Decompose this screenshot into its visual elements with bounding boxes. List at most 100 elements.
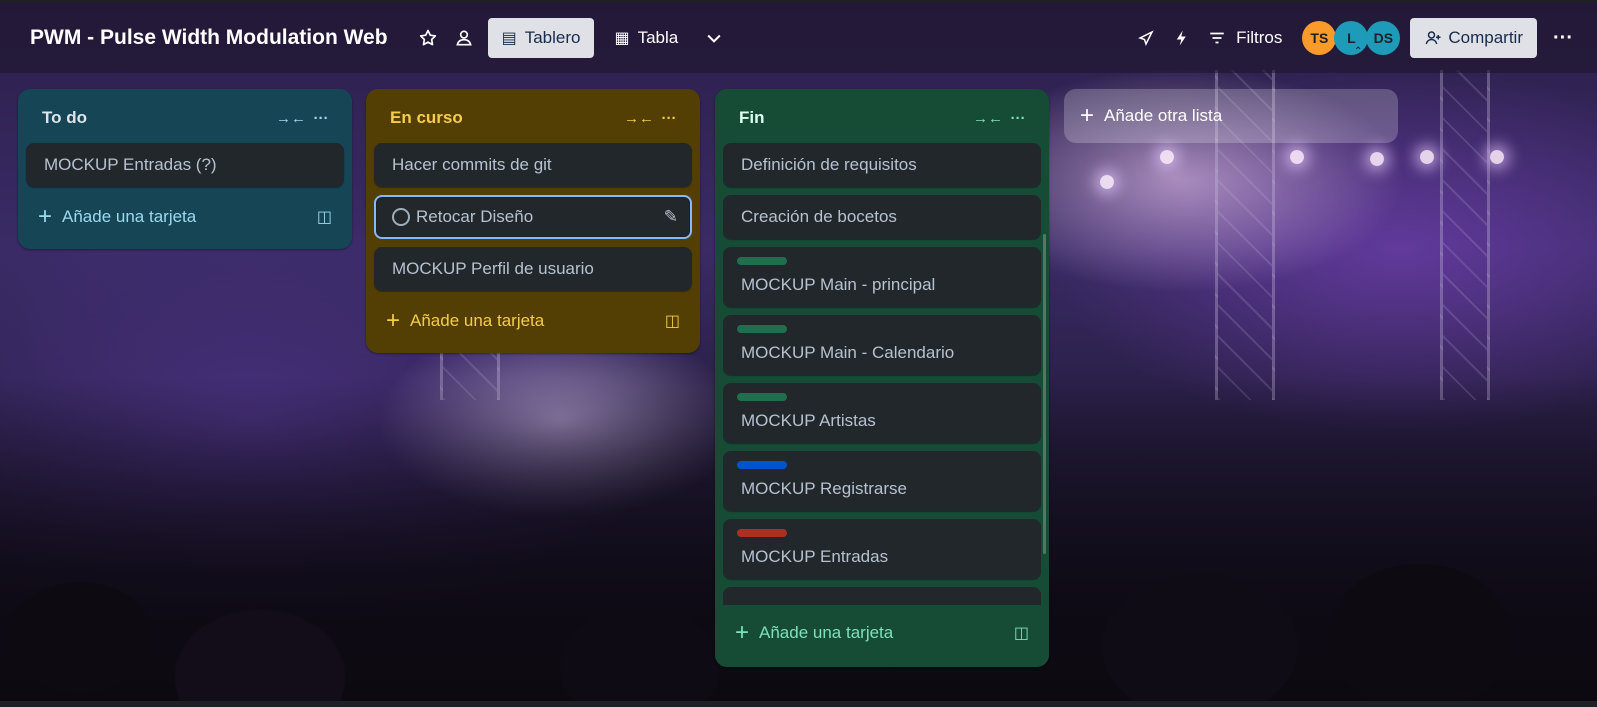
card[interactable]: Hacer commits de git xyxy=(374,143,692,187)
card-title: MOCKUP Entradas (?) xyxy=(44,155,217,174)
card-title: MOCKUP Artistas xyxy=(741,411,876,430)
background-truss xyxy=(1440,70,1490,400)
add-person-icon xyxy=(1425,31,1441,45)
board-title[interactable]: PWM - Pulse Width Modulation Web xyxy=(30,26,388,50)
card-title: Creación de bocetos xyxy=(741,207,897,226)
filters-label: Filtros xyxy=(1236,28,1283,47)
plus-icon: + xyxy=(386,307,401,334)
more-icon[interactable]: ··· xyxy=(654,110,684,127)
view-tab-label: Tablero xyxy=(524,28,581,47)
card-title: MOCKUP Entradas xyxy=(741,547,889,566)
card-label[interactable] xyxy=(737,393,787,401)
card[interactable]: Definición de requisitos xyxy=(723,143,1041,187)
filters-button[interactable]: Filtros xyxy=(1200,18,1290,58)
card-title: Hacer commits de git xyxy=(392,155,552,174)
add-card-label: Añade una tarjeta xyxy=(759,623,894,642)
window-bottom-edge xyxy=(0,701,1597,707)
view-tab-tablero[interactable]: ▤ Tablero xyxy=(487,18,595,58)
collapse-icon[interactable]: →← xyxy=(973,110,1003,127)
rocket-icon xyxy=(1138,30,1154,46)
add-list-label: Añade otra lista xyxy=(1104,106,1223,125)
avatar-ds[interactable]: DS xyxy=(1366,21,1401,55)
visibility-button[interactable] xyxy=(446,18,482,58)
card[interactable]: MOCKUP Artistas xyxy=(723,383,1041,443)
card-label[interactable] xyxy=(737,461,787,469)
views-dropdown-button[interactable] xyxy=(696,18,732,58)
avatar-l[interactable]: L ⌃ xyxy=(1334,21,1369,57)
card[interactable]: MOCKUP Entradas xyxy=(723,519,1041,579)
list-title[interactable]: Fin xyxy=(739,108,973,128)
star-icon xyxy=(419,29,436,46)
view-tab-label: Tabla xyxy=(637,28,679,47)
add-card-label: Añade una tarjeta xyxy=(62,207,197,226)
share-label: Compartir xyxy=(1448,28,1523,47)
plus-icon: + xyxy=(735,619,750,646)
card-template-icon[interactable]: ◫ xyxy=(1014,623,1029,643)
card[interactable]: Creación de bocetos xyxy=(723,195,1041,239)
card-title: MOCKUP Registrarse xyxy=(741,479,907,498)
stage-light xyxy=(1160,150,1174,164)
card-title: MOCKUP Main - Calendario xyxy=(741,343,955,362)
add-card-button[interactable]: + Añade una tarjeta ◫ xyxy=(723,611,1041,655)
card-partial[interactable] xyxy=(723,587,1041,605)
card-title: MOCKUP Main - principal xyxy=(741,275,936,294)
list-fin: Fin →← ··· Definición de requisitos Crea… xyxy=(715,89,1049,667)
list-header: En curso →← ··· xyxy=(374,97,692,139)
lightning-icon xyxy=(1176,30,1186,46)
stage-light xyxy=(1100,175,1114,189)
add-card-button[interactable]: + Añade una tarjeta ◫ xyxy=(374,299,692,343)
board-view-icon: ▤ xyxy=(501,30,517,47)
automation-button[interactable] xyxy=(1164,18,1200,58)
card-template-icon[interactable]: ◫ xyxy=(317,207,332,227)
list-en-curso: En curso →← ··· Hacer commits de git Ret… xyxy=(366,89,700,353)
card-label[interactable] xyxy=(737,325,787,333)
stage-light xyxy=(1420,150,1434,164)
collapse-icon[interactable]: →← xyxy=(276,110,306,127)
stage-light xyxy=(1290,150,1304,164)
list-scrollbar[interactable] xyxy=(1043,234,1046,554)
card[interactable]: MOCKUP Entradas (?) xyxy=(26,143,344,187)
card-title: Retocar Diseño xyxy=(416,207,534,226)
more-icon[interactable]: ··· xyxy=(306,110,336,127)
card-title: MOCKUP Perfil de usuario xyxy=(392,259,594,278)
star-button[interactable] xyxy=(410,18,446,58)
list-header: To do →← ··· xyxy=(26,97,344,139)
list-title[interactable]: En curso xyxy=(390,108,624,128)
edit-pencil-icon[interactable]: ✎ xyxy=(664,207,678,227)
card-list: Definición de requisitos Creación de boc… xyxy=(723,143,1041,605)
filter-icon xyxy=(1210,32,1224,44)
avatar-ts[interactable]: TS xyxy=(1302,21,1337,55)
card-template-icon[interactable]: ◫ xyxy=(665,311,680,331)
list-title[interactable]: To do xyxy=(42,108,276,128)
power-ups-button[interactable] xyxy=(1128,18,1164,58)
list-header: Fin →← ··· xyxy=(723,97,1041,139)
card-label[interactable] xyxy=(737,529,787,537)
board-menu-button[interactable]: ··· xyxy=(1543,18,1583,58)
card[interactable]: MOCKUP Perfil de usuario xyxy=(374,247,692,291)
admin-chevron-icon: ⌃ xyxy=(1353,46,1363,57)
card-title: Definición de requisitos xyxy=(741,155,917,174)
complete-checkbox-icon[interactable] xyxy=(392,208,410,226)
plus-icon: + xyxy=(1080,102,1095,129)
add-list-button[interactable]: + Añade otra lista xyxy=(1064,89,1398,143)
list-to-do: To do →← ··· MOCKUP Entradas (?) + Añade… xyxy=(18,89,352,249)
card-focused[interactable]: Retocar Diseño ✎ xyxy=(374,195,692,239)
card[interactable]: MOCKUP Main - Calendario xyxy=(723,315,1041,375)
stage-light xyxy=(1370,152,1384,166)
card[interactable]: MOCKUP Registrarse xyxy=(723,451,1041,511)
stage-light xyxy=(1490,150,1504,164)
more-icon[interactable]: ··· xyxy=(1003,110,1033,127)
card-label[interactable] xyxy=(737,257,787,265)
table-view-icon: ▦ xyxy=(614,30,630,47)
member-avatars: TS L ⌃ DS xyxy=(1302,21,1401,57)
chevron-down-icon xyxy=(707,34,721,43)
view-tab-tabla[interactable]: ▦ Tabla xyxy=(600,18,692,58)
people-icon xyxy=(455,30,472,46)
board-header: PWM - Pulse Width Modulation Web ▤ Table… xyxy=(0,3,1597,73)
share-button[interactable]: Compartir xyxy=(1410,18,1537,58)
add-card-button[interactable]: + Añade una tarjeta ◫ xyxy=(26,195,344,239)
more-icon: ··· xyxy=(1553,26,1573,49)
collapse-icon[interactable]: →← xyxy=(624,110,654,127)
card[interactable]: MOCKUP Main - principal xyxy=(723,247,1041,307)
plus-icon: + xyxy=(38,203,53,230)
